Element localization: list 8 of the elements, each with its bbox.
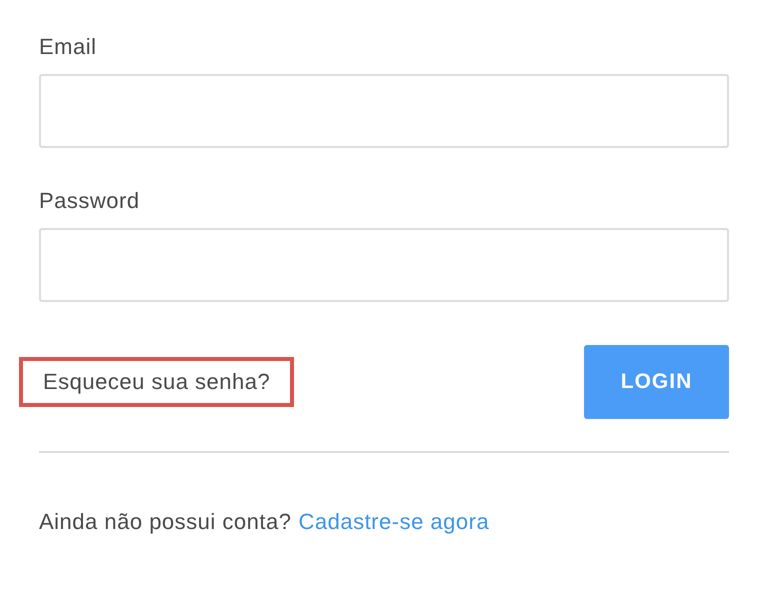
signup-link[interactable]: Cadastre-se agora bbox=[298, 509, 490, 535]
email-field[interactable] bbox=[39, 74, 729, 148]
login-button[interactable]: LOGIN bbox=[584, 345, 729, 419]
forgot-password-link[interactable]: Esqueceu sua senha? bbox=[19, 357, 294, 407]
signup-prompt: Ainda não possui conta? bbox=[39, 509, 292, 535]
password-label: Password bbox=[39, 188, 140, 214]
password-field[interactable] bbox=[39, 228, 729, 302]
email-label: Email bbox=[39, 34, 97, 60]
